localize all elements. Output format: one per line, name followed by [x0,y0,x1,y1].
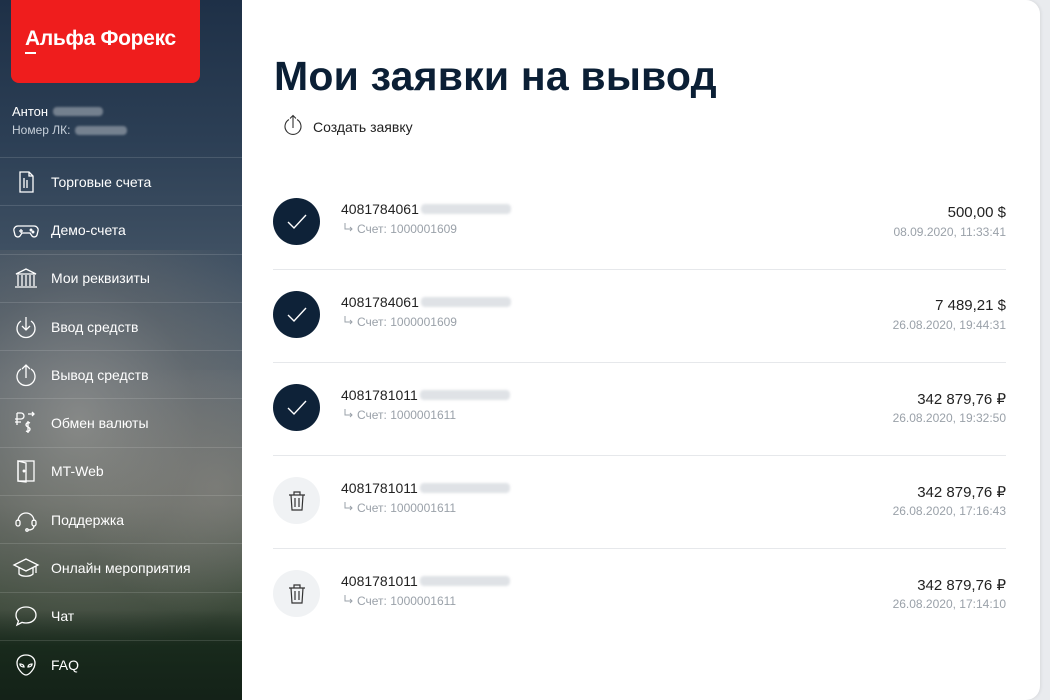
app-window: Альфа Форекс Антон Номер ЛК: Торговые сч… [0,0,1040,700]
account-number: 4081781011 [341,573,418,589]
source-account: Счет: 1000001611 [357,594,457,608]
return-arrow-icon [343,408,357,422]
user-lk-label: Номер ЛК: [12,123,71,137]
request-date: 26.08.2020, 19:44:31 [892,318,1006,332]
sidebar-item-label: Чат [51,608,75,625]
sidebar-item-mt-web[interactable]: MT-Web [0,446,242,495]
withdrawal-requests-list: 4081784061 Счет: 1000001609 500,00 $ 08.… [273,177,1006,642]
request-row[interactable]: 4081781011 Счет: 1000001611 342 879,76 ₽… [273,456,1006,549]
request-amount: 342 879,76 ₽ [917,484,1006,501]
request-amount: 342 879,76 ₽ [917,391,1006,408]
sidebar-item-label: Ввод средств [51,318,139,335]
account-number: 4081784061 [341,201,419,217]
create-request-label: Создать заявку [313,118,413,135]
sidebar-item-my-details[interactable]: Мои реквизиты [0,253,242,302]
request-date: 26.08.2020, 19:32:50 [892,411,1006,425]
sidebar-item-support[interactable]: Поддержка [0,495,242,543]
bank-icon [0,264,52,292]
upload-circle-icon [281,113,305,140]
create-request-button[interactable]: Создать заявку [273,113,413,140]
trash-icon [273,570,320,617]
currency-exchange-icon [0,409,52,437]
sidebar-item-label: Онлайн мероприятия [51,560,191,577]
user-name: Антон [12,104,49,119]
request-date: 26.08.2020, 17:16:43 [892,504,1006,518]
sidebar-item-label: MT-Web [51,463,104,480]
sidebar: Альфа Форекс Антон Номер ЛК: Торговые сч… [0,0,242,700]
status-completed-icon [273,384,320,431]
redacted-account-tail [419,483,510,493]
redacted-surname [53,107,104,116]
account-number: 4081781011 [341,387,418,403]
source-account: Счет: 1000001611 [357,501,457,515]
sidebar-item-faq[interactable]: FAQ [0,639,242,688]
redacted-account-tail [419,390,510,400]
request-amount: 500,00 $ [947,204,1006,221]
chat-bubble-icon [0,602,52,630]
gamepad-icon [0,216,52,244]
request-row[interactable]: 4081781011 Счет: 1000001611 342 879,76 ₽… [273,363,1006,456]
sidebar-item-chat[interactable]: Чат [0,591,242,640]
request-amount: 7 489,21 $ [935,297,1006,314]
request-amount: 342 879,76 ₽ [917,577,1006,594]
user-info: Антон Номер ЛК: [12,103,128,137]
status-completed-icon [273,198,320,245]
request-row[interactable]: 4081781011 Счет: 1000001611 342 879,76 ₽… [273,549,1006,642]
sidebar-item-demo-accounts[interactable]: Демо-счета [0,205,242,253]
return-arrow-icon [343,222,357,236]
sidebar-item-label: Обмен валюты [51,415,149,432]
sidebar-item-trading-accounts[interactable]: Торговые счета [0,157,242,205]
return-arrow-icon [343,501,357,515]
brand-logo-underline [25,52,36,54]
request-row[interactable]: 4081784061 Счет: 1000001609 500,00 $ 08.… [273,177,1006,270]
sidebar-item-withdrawal[interactable]: Вывод средств [0,350,242,398]
sidebar-item-label: Вывод средств [51,366,149,383]
account-number: 4081781011 [341,480,418,496]
sidebar-item-deposit[interactable]: Ввод средств [0,301,242,350]
sidebar-item-label: Поддержка [51,511,125,528]
return-arrow-icon [343,315,357,329]
alien-head-icon [0,651,52,679]
graduation-cap-icon [0,554,52,582]
sidebar-item-label: Торговые счета [51,173,152,190]
account-number: 4081784061 [341,294,419,310]
return-arrow-icon [343,594,357,608]
arrow-down-circle-icon [0,313,52,341]
brand-logo[interactable]: Альфа Форекс [11,0,200,83]
redacted-account-tail [420,204,511,214]
source-account: Счет: 1000001609 [357,222,457,236]
request-date: 08.09.2020, 11:33:41 [893,225,1006,239]
main-content: Мои заявки на вывод Создать заявку 40817… [242,0,1040,700]
arrow-up-circle-icon [0,361,52,389]
redacted-account-tail [420,297,511,307]
redacted-lk-number [75,125,128,135]
door-icon [0,457,52,485]
brand-logo-text: Альфа Форекс [25,27,176,50]
sidebar-item-label: FAQ [51,656,80,673]
request-row[interactable]: 4081784061 Счет: 1000001609 7 489,21 $ 2… [273,270,1006,363]
sidebar-nav: Торговые счета Демо-счета Мои реквизиты … [0,157,242,688]
sidebar-item-currency-exchange[interactable]: Обмен валюты [0,398,242,446]
source-account: Счет: 1000001611 [357,408,457,422]
document-icon [0,168,52,196]
sidebar-item-online-events[interactable]: Онлайн мероприятия [0,543,242,591]
request-date: 26.08.2020, 17:14:10 [892,597,1006,611]
sidebar-item-label: Демо-счета [51,221,126,238]
page-title: Мои заявки на вывод [274,53,717,99]
status-completed-icon [273,291,320,338]
redacted-account-tail [419,576,510,586]
headset-icon [0,506,52,534]
sidebar-item-label: Мои реквизиты [51,270,150,287]
trash-icon [273,477,320,524]
source-account: Счет: 1000001609 [357,315,457,329]
